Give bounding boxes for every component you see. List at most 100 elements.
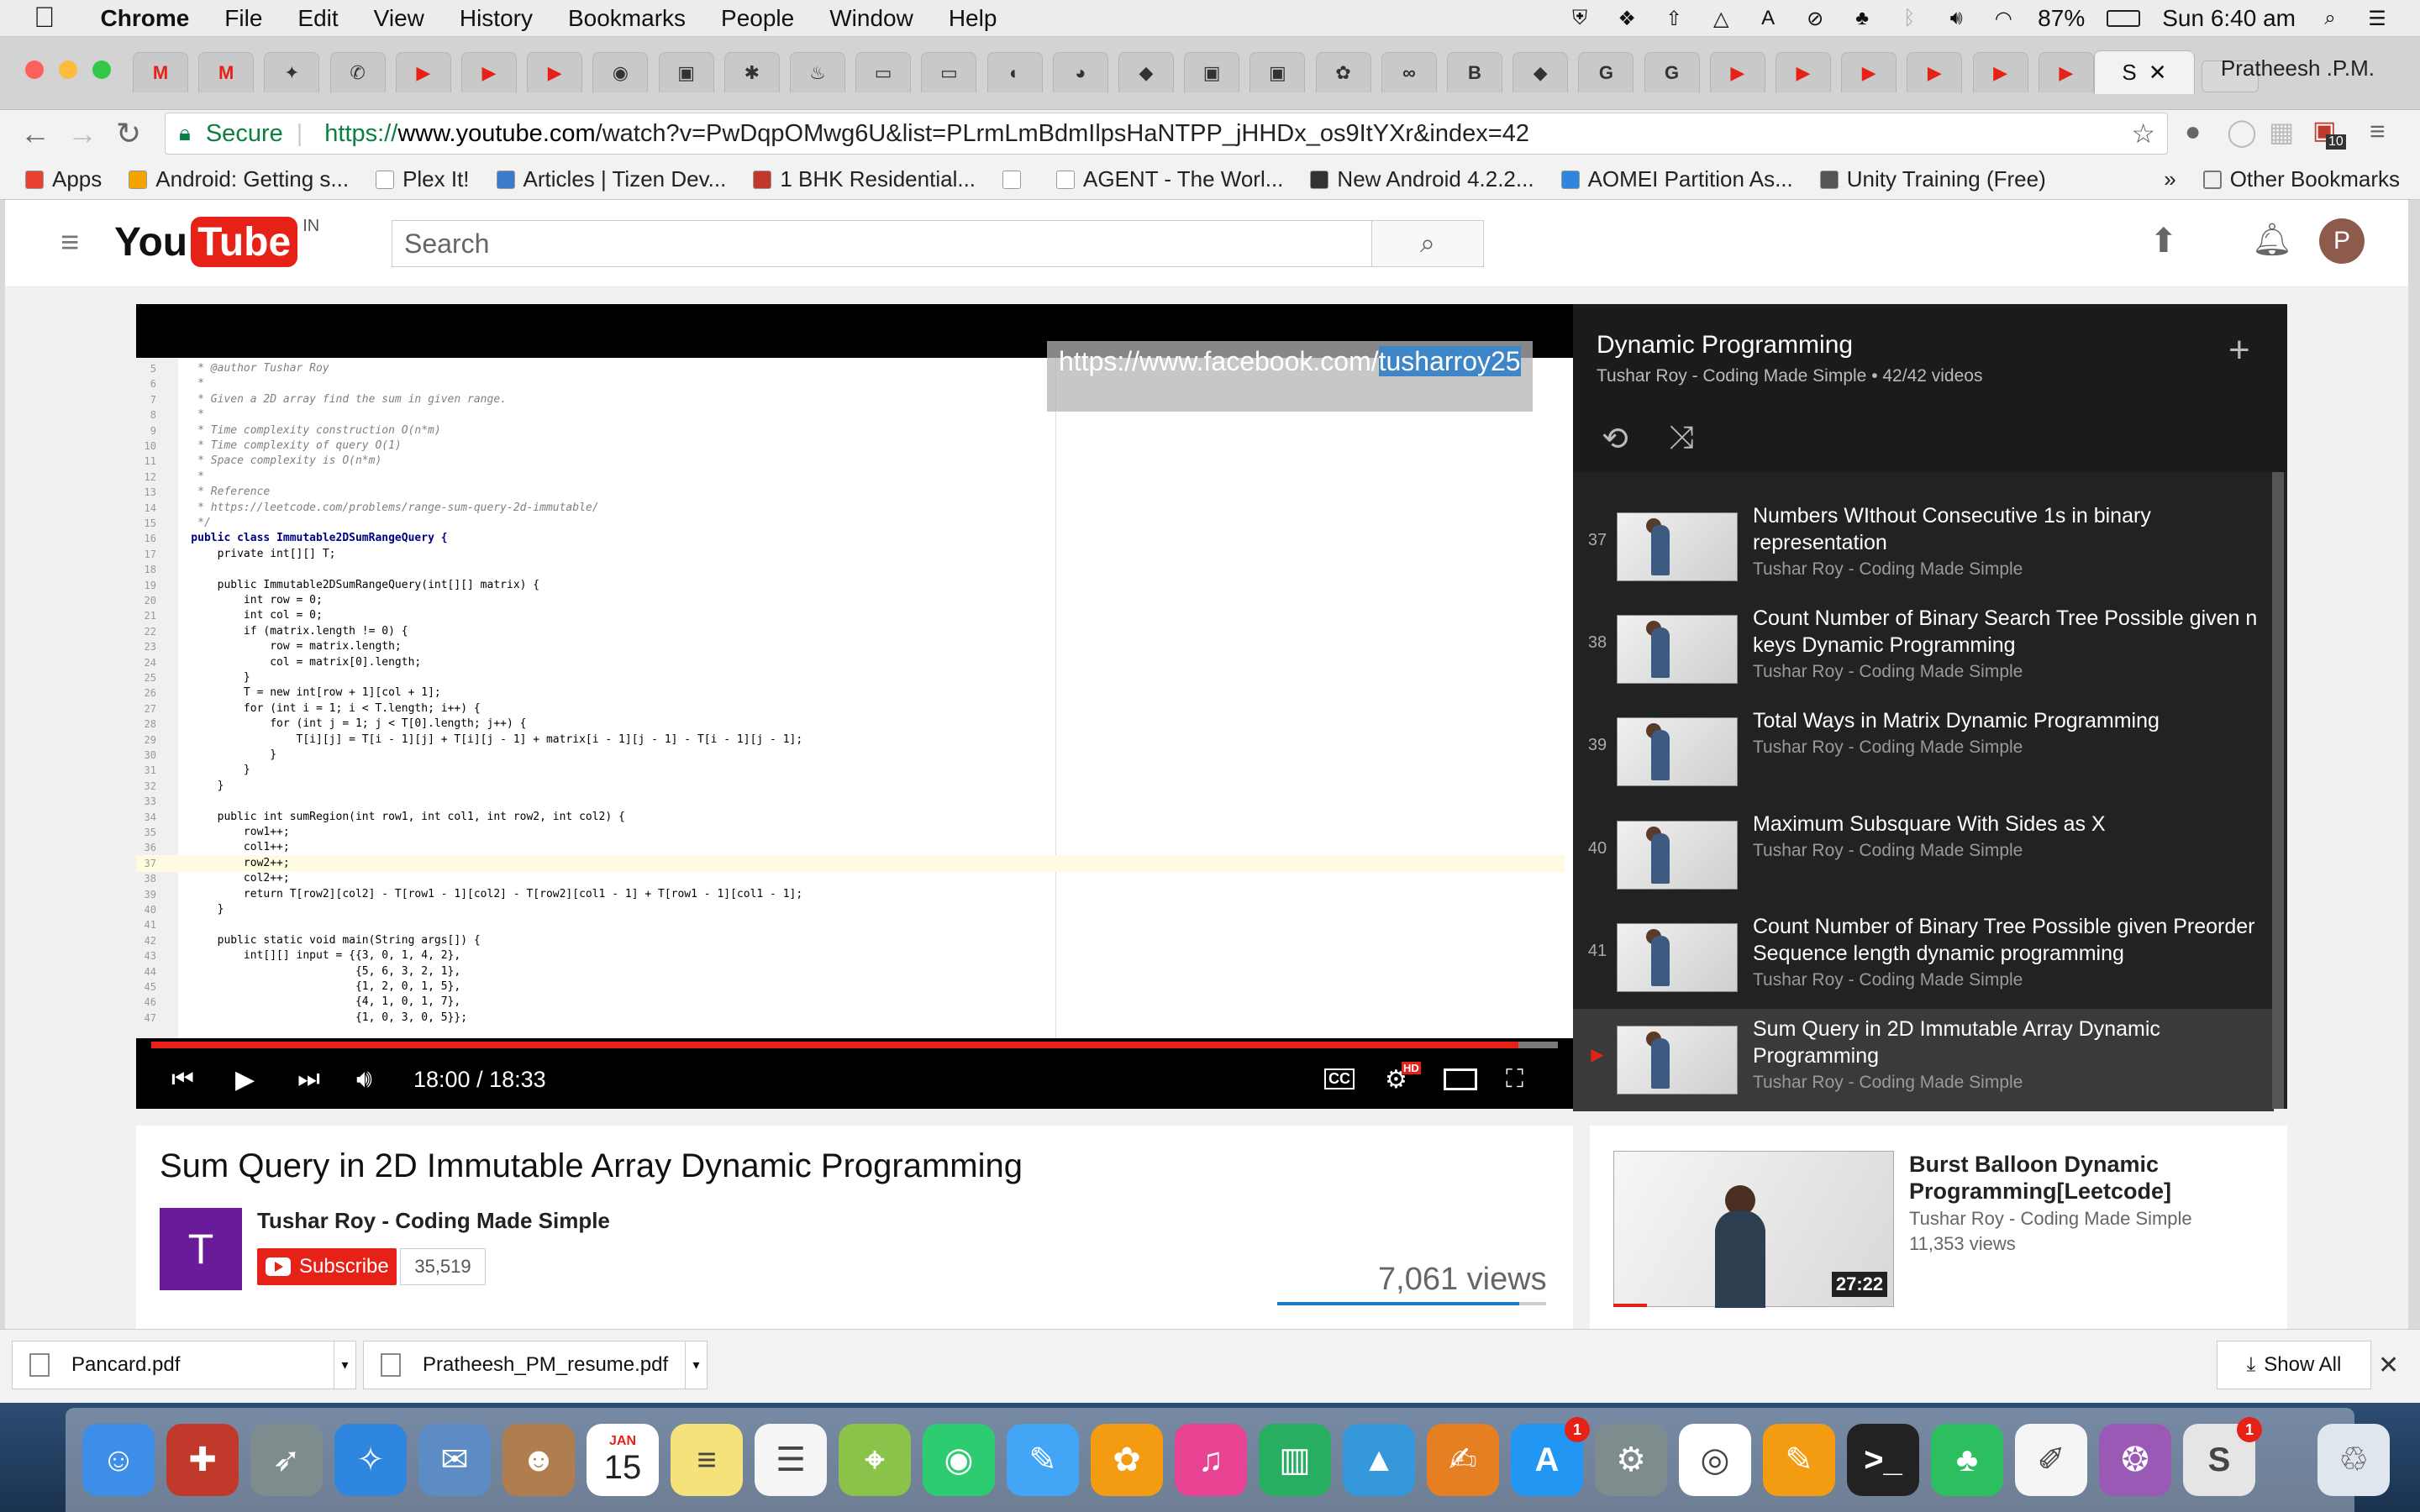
search-button[interactable]: ⌕ [1371, 220, 1484, 267]
bookmark-item[interactable]: AGENT - The Worl... [1056, 166, 1283, 192]
fullscreen-icon[interactable]: ⛶ [1506, 1065, 1523, 1094]
pinned-tab[interactable]: ▭ [921, 52, 977, 92]
security-icon[interactable]: ✚ [166, 1424, 239, 1496]
evernote-icon[interactable]: ♣ [1931, 1424, 2003, 1496]
notification-center-icon[interactable]: ☰ [2365, 6, 2390, 31]
pinned-tab[interactable]: ✦ [264, 52, 320, 92]
cookie-extension-icon[interactable]: ● [2185, 116, 2201, 147]
back-arrow-icon[interactable]: ← [20, 116, 50, 151]
pinned-tab[interactable]: ∞ [1381, 52, 1437, 92]
mail-icon[interactable]: ✉ [418, 1424, 491, 1496]
pinned-tab[interactable]: ▶ [395, 52, 451, 92]
add-playlist-icon[interactable]: + [2228, 329, 2250, 371]
pinned-tab[interactable]: ▶ [527, 52, 583, 92]
slack-icon[interactable]: S1 [2183, 1417, 2262, 1496]
subscribe-button[interactable]: Subscribe [257, 1248, 397, 1285]
battery-icon[interactable] [2107, 10, 2141, 27]
active-tab[interactable]: S ✕ [2094, 50, 2195, 94]
menu-edit[interactable]: Edit [297, 5, 338, 32]
upload-icon[interactable]: ⬆ [2149, 222, 2178, 260]
pages-icon[interactable]: ✎ [1763, 1424, 1835, 1496]
profile-name[interactable]: Pratheesh .P.M. [2221, 55, 2375, 81]
numbers-icon[interactable]: ▥ [1259, 1424, 1331, 1496]
pinned-tab[interactable]: ◐ [986, 52, 1043, 92]
window-minimize-icon[interactable] [59, 60, 77, 79]
pinned-tab[interactable]: B [1447, 52, 1502, 92]
drive-icon[interactable]: △ [1708, 6, 1733, 31]
bookmark-item[interactable]: Android: Getting s... [129, 166, 349, 192]
forward-arrow-icon[interactable]: → [67, 116, 97, 151]
bookmark-item[interactable] [1002, 170, 1029, 189]
pinned-tab[interactable]: ▶ [1972, 52, 2028, 92]
loop-icon[interactable]: ⟲ [1602, 420, 1628, 458]
pinned-tab[interactable]: ✆ [329, 52, 386, 92]
menu-people[interactable]: People [721, 5, 794, 32]
photos-icon[interactable]: ✿ [1091, 1424, 1163, 1496]
channel-avatar[interactable]: T [160, 1208, 242, 1290]
previous-icon[interactable]: ⏮ [171, 1065, 194, 1094]
pinned-tab[interactable]: ▣ [1249, 52, 1306, 92]
shield-icon[interactable]: ⛨ [1567, 6, 1592, 31]
circle-extension-icon[interactable]: ◯ [2227, 116, 2257, 148]
window-close-icon[interactable] [25, 60, 44, 79]
pinned-tab[interactable]: ▶ [461, 52, 517, 92]
bookmark-item[interactable]: Articles | Tizen Dev... [496, 166, 726, 192]
theater-mode-icon[interactable] [1444, 1068, 1477, 1090]
menu-window[interactable]: Window [829, 5, 913, 32]
terminal-icon[interactable]: >_ [1847, 1424, 1919, 1496]
channel-name[interactable]: Tushar Roy - Coding Made Simple [257, 1208, 610, 1234]
playlist-item[interactable]: 40 Maximum Subsquare With Sides as X Tusha… [1573, 804, 2274, 906]
app-menu-chrome[interactable]: Chrome [101, 5, 190, 32]
pinned-tab[interactable]: ▣ [658, 52, 714, 92]
url-text[interactable]: https://www.youtube.com/watch?v=PwDqpOMw… [324, 120, 1529, 148]
pinned-tab[interactable]: ▣ [1184, 52, 1240, 92]
close-downloads-icon[interactable]: ✕ [2378, 1351, 2399, 1380]
download-menu-arrow[interactable]: ▾ [685, 1341, 707, 1389]
pinned-tab[interactable]: ▶ [1709, 52, 1765, 92]
volume-icon[interactable]: 🔊︎ [356, 1065, 372, 1094]
playlist-item[interactable]: 37 Numbers WIthout Consecutive 1s in bina… [1573, 496, 2274, 598]
playlist-title[interactable]: Dynamic Programming [1597, 331, 1853, 360]
pinned-tab[interactable]: ✱ [723, 52, 780, 92]
menu-file[interactable]: File [224, 5, 262, 32]
contacts-icon[interactable]: ☻ [502, 1424, 575, 1496]
menu-bookmarks[interactable]: Bookmarks [568, 5, 686, 32]
wifi-icon[interactable]: ◠ [1991, 6, 2016, 31]
notifications-bell-icon[interactable]: 🔔︎ [2252, 222, 2292, 259]
adobe-icon[interactable]: A [1755, 6, 1781, 31]
next-icon[interactable]: ⏭ [297, 1065, 320, 1094]
playlist-item[interactable]: 41 Count Number of Binary Tree Possible g… [1573, 906, 2274, 1009]
playlist-item[interactable]: 38 Count Number of Binary Search Tree Pos… [1573, 598, 2274, 701]
system-preferences-icon[interactable]: ⚙ [1595, 1424, 1667, 1496]
calendar-icon[interactable]: JAN 15 [587, 1424, 659, 1496]
molecule-icon[interactable]: ❂ [2099, 1424, 2171, 1496]
other-bookmarks-folder[interactable]: Other Bookmarks [2202, 166, 2400, 192]
playlist-scrollbar[interactable] [2272, 472, 2284, 1109]
menu-help[interactable]: Help [949, 5, 997, 32]
reminders-icon[interactable]: ☰ [755, 1424, 827, 1496]
pinned-tab[interactable]: ✿ [1315, 52, 1371, 92]
download-item[interactable]: Pancard.pdf ▾ [12, 1341, 356, 1389]
pinned-tab[interactable]: ▭ [855, 52, 912, 92]
hamburger-menu-icon[interactable]: ≡ [60, 225, 79, 261]
bookmark-item[interactable]: Unity Training (Free) [1819, 166, 2046, 192]
pinned-tab[interactable]: ▶ [1776, 52, 1831, 92]
menu-view[interactable]: View [374, 5, 424, 32]
download-menu-arrow[interactable]: ▾ [334, 1341, 355, 1389]
bookmark-star-icon[interactable]: ☆ [2131, 118, 2155, 150]
bookmark-item[interactable]: Plex It! [376, 166, 470, 192]
captions-button[interactable]: CC [1324, 1068, 1355, 1089]
maps-icon[interactable]: ⌖ [839, 1424, 911, 1496]
itunes-icon[interactable]: ♫ [1175, 1424, 1247, 1496]
volume-icon[interactable]: 🔊︎ [1944, 6, 1969, 31]
shuffle-icon[interactable]: ⤨ [1669, 420, 1694, 456]
play-icon[interactable]: ▶ [235, 1065, 255, 1095]
clock[interactable]: Sun 6:40 am [2162, 5, 2296, 32]
launchpad-icon[interactable]: ➶ [250, 1424, 323, 1496]
pinned-tab[interactable]: G [1578, 52, 1634, 92]
pinned-tab[interactable]: ▶ [2038, 52, 2094, 92]
show-all-downloads-button[interactable]: ⤓ Show All [2217, 1341, 2371, 1389]
grid-extension-icon[interactable]: ▦ [2269, 116, 2294, 148]
messages-icon[interactable]: ✎ [1007, 1424, 1079, 1496]
trash-icon[interactable]: ♲ [2317, 1424, 2390, 1496]
